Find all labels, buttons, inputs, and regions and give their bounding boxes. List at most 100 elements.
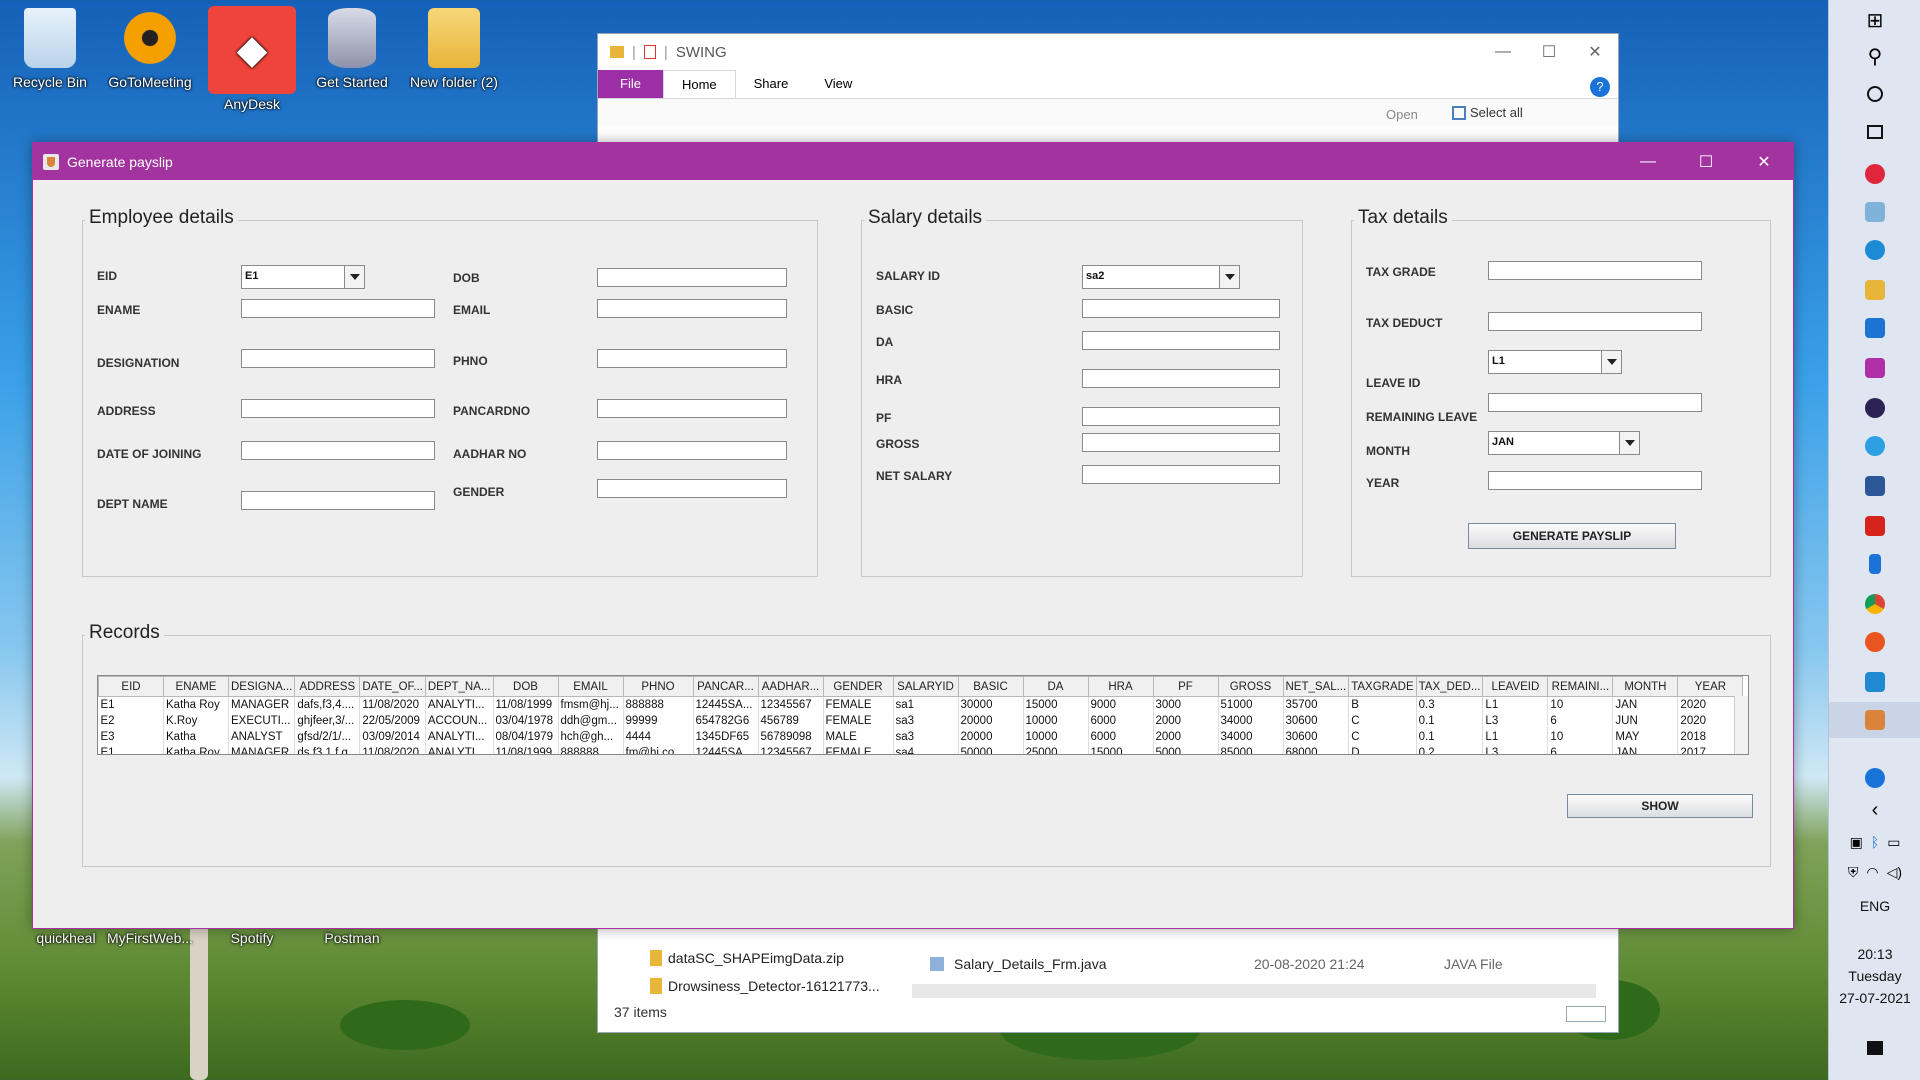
table-row[interactable]: E1 Katha Roy MANAGER ds f3 1 f g 11/08/2020 A…	[98, 744, 1744, 754]
taskbar-app-word[interactable]	[1829, 468, 1920, 504]
desktop-icon-postman[interactable]: Postman	[304, 930, 400, 946]
column-header[interactable]: TAXGRADE	[1348, 676, 1417, 697]
taskbar-app-mail[interactable]	[1829, 310, 1920, 346]
column-header[interactable]: EID	[98, 676, 164, 697]
close-button[interactable]: ✕	[1735, 143, 1793, 180]
eid-combobox[interactable]: E1	[241, 265, 365, 289]
taskbar-app-eclipse[interactable]	[1829, 390, 1920, 426]
column-header[interactable]: MONTH	[1612, 676, 1679, 697]
maximize-button[interactable]: ☐	[1677, 143, 1735, 180]
view-toggle[interactable]	[1566, 1006, 1606, 1022]
basic-field[interactable]	[1082, 299, 1280, 318]
taskbar-app[interactable]	[1829, 156, 1920, 192]
tab-view[interactable]: View	[806, 70, 870, 98]
column-header[interactable]: ADDRESS	[294, 676, 361, 697]
desktop-icon-myfirstweb[interactable]: MyFirstWeb...	[102, 930, 198, 946]
cortana-button[interactable]	[1829, 76, 1920, 112]
salary-id-combobox[interactable]: sa2	[1082, 265, 1240, 289]
show-button[interactable]: SHOW	[1567, 794, 1753, 818]
column-header[interactable]: EMAIL	[557, 676, 624, 697]
taskbar-app-ubuntu[interactable]	[1829, 624, 1920, 660]
open-button[interactable]: Open	[1386, 107, 1418, 122]
year-field[interactable]	[1488, 471, 1702, 490]
language-indicator[interactable]: ENG	[1829, 898, 1920, 914]
dept-field[interactable]	[241, 491, 435, 510]
column-header[interactable]: AADHAR...	[757, 676, 824, 697]
doj-field[interactable]	[241, 441, 435, 460]
month-combobox[interactable]: JAN	[1488, 431, 1640, 455]
taskbar-app-chrome[interactable]	[1829, 586, 1920, 622]
minimize-button[interactable]: —	[1619, 143, 1677, 180]
records-table[interactable]: EID ENAME DESIGNA... ADDRESS DATE_OF... DEPT_…	[97, 675, 1749, 755]
gender-field[interactable]	[597, 479, 787, 498]
taskbar-app-edge[interactable]	[1829, 232, 1920, 268]
desktop-icon-spotify[interactable]: Spotify	[204, 878, 300, 946]
tax-deduct-field[interactable]	[1488, 312, 1702, 331]
column-header[interactable]: HRA	[1087, 676, 1154, 697]
taskbar-app-java[interactable]	[1829, 702, 1920, 738]
file-row[interactable]: Drowsiness_Detector-16121773...	[650, 978, 880, 994]
column-header[interactable]: GROSS	[1217, 676, 1284, 697]
generate-payslip-button[interactable]: GENERATE PAYSLIP	[1468, 523, 1676, 549]
search-button[interactable]: ⚲	[1829, 38, 1920, 74]
desktop-icon-quickheal[interactable]: quickheal	[18, 930, 114, 946]
maximize-button[interactable]: ☐	[1526, 34, 1572, 70]
taskbar-app[interactable]	[1829, 546, 1920, 582]
chevron-down-icon[interactable]	[1601, 351, 1621, 373]
column-header[interactable]: DA	[1022, 676, 1089, 697]
table-row[interactable]: E1 Katha Roy MANAGER dafs,f3,4.... 11/08/202…	[98, 696, 1744, 713]
dob-field[interactable]	[597, 268, 787, 287]
taskbar-app-explorer[interactable]	[1829, 272, 1920, 308]
column-header[interactable]: YEAR	[1677, 676, 1744, 697]
help-icon[interactable]: ?	[1590, 77, 1610, 97]
action-center-button[interactable]	[1829, 1030, 1920, 1066]
properties-icon[interactable]	[643, 45, 656, 59]
column-header[interactable]: ENAME	[163, 676, 229, 697]
column-header[interactable]: LEAVEID	[1482, 676, 1549, 697]
ename-field[interactable]	[241, 299, 435, 318]
chevron-down-icon[interactable]	[1619, 432, 1639, 454]
tab-share[interactable]: Share	[736, 70, 807, 98]
column-header[interactable]: PANCAR...	[692, 676, 759, 697]
chevron-down-icon[interactable]	[344, 266, 364, 288]
aadhar-field[interactable]	[597, 441, 787, 460]
file-row[interactable]: dataSC_SHAPEimgData.zip	[650, 950, 844, 966]
column-header[interactable]: PHNO	[622, 676, 694, 697]
taskbar-app[interactable]	[1829, 194, 1920, 230]
desktop-icon-gotomeeting[interactable]: GoToMeeting	[102, 8, 198, 90]
tab-home[interactable]: Home	[662, 70, 736, 98]
leave-id-combobox[interactable]: L1	[1488, 350, 1622, 374]
taskbar-app-ie[interactable]	[1829, 428, 1920, 464]
payslip-window[interactable]: Generate payslip — ☐ ✕ Employee details …	[32, 142, 1794, 929]
taskbar-app[interactable]	[1829, 350, 1920, 386]
column-header[interactable]: NET_SAL...	[1282, 676, 1350, 697]
column-header[interactable]: GENDER	[822, 676, 894, 697]
start-button[interactable]: ⊞	[1829, 2, 1920, 38]
column-header[interactable]: PF	[1152, 676, 1219, 697]
email-field[interactable]	[597, 299, 787, 318]
close-button[interactable]: ✕	[1572, 34, 1618, 70]
clock-date[interactable]: 27-07-2021	[1829, 990, 1920, 1006]
column-header[interactable]: DATE_OF...	[359, 676, 426, 697]
table-scrollbar[interactable]	[1734, 696, 1748, 754]
taskbar-app-vscode[interactable]	[1829, 664, 1920, 700]
column-header[interactable]: DEPT_NA...	[424, 676, 494, 697]
desktop-icon-new-folder[interactable]: New folder (2)	[406, 8, 502, 90]
file-row-selected[interactable]: Salary_Details_Frm.java 20-08-2020 21:24…	[930, 956, 1503, 972]
pf-field[interactable]	[1082, 407, 1280, 426]
column-header[interactable]: REMAINI...	[1547, 676, 1614, 697]
desktop-icon-get-started[interactable]: Get Started	[304, 8, 400, 90]
designation-field[interactable]	[241, 349, 435, 368]
desktop-icon-anydesk[interactable]: ◆ AnyDesk	[204, 6, 300, 112]
desktop-icon-recycle-bin[interactable]: Recycle Bin	[2, 8, 98, 90]
column-header[interactable]: TAX_DED...	[1415, 676, 1484, 697]
system-tray[interactable]: ⛨ ◠ ◁)	[1829, 854, 1920, 890]
table-row[interactable]: E3 Katha ANALYST gfsd/2/1/... 03/09/2014 ANAL…	[98, 728, 1744, 745]
task-view-button[interactable]	[1829, 114, 1920, 150]
clock-day[interactable]: Tuesday	[1829, 968, 1920, 984]
pancard-field[interactable]	[597, 399, 787, 418]
chevron-down-icon[interactable]	[1219, 266, 1239, 288]
taskbar-app-help[interactable]	[1829, 760, 1920, 796]
remaining-leave-field[interactable]	[1488, 393, 1702, 412]
table-row[interactable]: E2 K.Roy EXECUTI... ghjfeer,3/... 22/05/2009…	[98, 712, 1744, 729]
